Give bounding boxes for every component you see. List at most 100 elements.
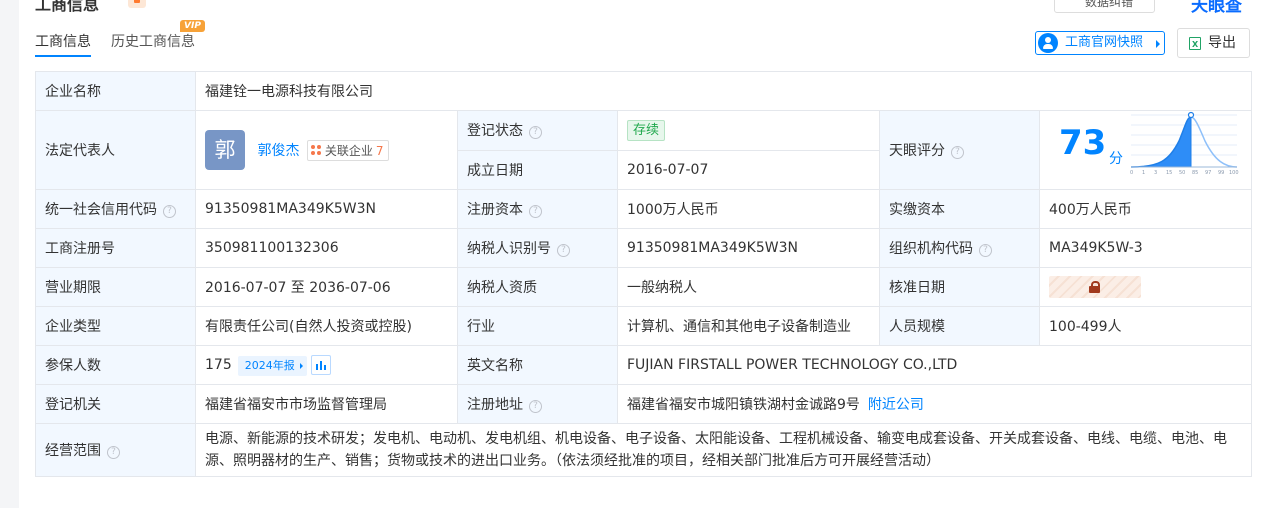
business-info-table: 企业名称 福建铨一电源科技有限公司 法定代表人 郭 郭俊杰 关联企业 7 登记状态… <box>35 71 1253 477</box>
reg-capital-value: 1000万人民币 <box>617 189 880 229</box>
rating-cell: 73 分 0 1 3 15 50 85 97 99 100 <box>1038 110 1253 190</box>
reg-authority-value: 福建省福安市市场监督管理局 <box>195 384 458 424</box>
field-label: 注册地址? <box>457 384 618 424</box>
company-name-value: 福建铨一电源科技有限公司 <box>194 71 1253 111</box>
legal-rep-link[interactable]: 郭俊杰 <box>257 143 299 159</box>
axis-tick: 1 <box>1142 170 1145 176</box>
lock-icon <box>1089 281 1100 293</box>
field-label: 企业类型 <box>35 306 196 346</box>
taxpayer-id-value: 91350981MA349K5W3N <box>617 228 880 268</box>
reg-address-value: 福建省福安市城阳镇铁湖村金诚路9号 <box>627 397 860 413</box>
field-label: 工商注册号 <box>35 228 196 268</box>
network-icon <box>310 144 322 156</box>
excel-icon <box>1189 31 1201 59</box>
field-label: 企业名称 <box>35 71 196 111</box>
field-label: 组织机构代码? <box>879 228 1040 268</box>
field-label: 注册资本? <box>457 189 618 229</box>
business-scope-value: 电源、新能源的技术研发；发电机、电动机、发电机组、机电设备、电子设备、太阳能设备… <box>194 423 1253 477</box>
industry-value: 计算机、通信和其他电子设备制造业 <box>617 306 880 346</box>
staff-size-value: 100-499人 <box>1038 306 1253 346</box>
field-label: 法定代表人 <box>35 110 196 190</box>
field-label: 成立日期 <box>457 149 618 190</box>
field-label: 核准日期 <box>879 267 1040 307</box>
nearby-companies-link[interactable]: 附近公司 <box>868 397 924 413</box>
field-label: 纳税人识别号? <box>457 228 618 268</box>
vip-badge: VIP <box>180 20 205 32</box>
data-correction-button[interactable]: 数据纠错 <box>1054 0 1155 13</box>
axis-tick: 85 <box>1192 170 1198 176</box>
company-type-value: 有限责任公司(自然人投资或控股) <box>195 306 458 346</box>
help-icon[interactable]: ? <box>107 446 120 459</box>
company-info-card: 工商信息 数据纠错 天眼查 工商信息 历史工商信息 VIP 工商官网快照 导出 … <box>19 0 1270 508</box>
field-label: 营业期限 <box>35 267 196 307</box>
axis-tick: 0 <box>1130 170 1133 176</box>
table-row: 经营范围? 电源、新能源的技术研发；发电机、电动机、发电机组、机电设备、电子设备… <box>35 423 1253 477</box>
help-icon[interactable]: ? <box>529 205 542 218</box>
user-icon <box>1038 33 1058 53</box>
table-row: 企业名称 福建铨一电源科技有限公司 <box>35 71 1253 111</box>
insured-value: 175 <box>205 356 232 373</box>
avatar: 郭 <box>205 130 245 170</box>
field-label: 英文名称 <box>457 345 618 385</box>
taxpayer-qual-value: 一般纳税人 <box>617 267 880 307</box>
table-row: 工商注册号 350981100132306 纳税人识别号? 91350981MA… <box>35 228 1253 268</box>
axis-tick: 100 <box>1229 170 1239 176</box>
reg-status-cell: 存续 <box>617 110 880 151</box>
legal-rep-cell: 郭 郭俊杰 关联企业 7 <box>195 110 458 190</box>
help-icon[interactable]: ? <box>529 400 542 413</box>
insured-cell: 175 2024年报 <box>195 345 458 385</box>
bar-chart-icon[interactable] <box>310 354 331 375</box>
english-name-value: FUJIAN FIRSTALL POWER TECHNOLOGY CO.,LTD <box>616 345 1253 385</box>
field-label: 登记状态? <box>457 110 618 151</box>
help-icon[interactable]: ? <box>529 126 542 140</box>
field-label: 参保人数 <box>35 345 196 385</box>
table-row: 法定代表人 郭 郭俊杰 关联企业 7 登记状态? 存续 天眼评分? 73 分 0… <box>35 110 1253 190</box>
official-snapshot-button[interactable]: 工商官网快照 <box>1035 31 1165 55</box>
credit-code-value: 91350981MA349K5W3N <box>195 189 458 229</box>
related-companies-button[interactable]: 关联企业 7 <box>306 139 389 161</box>
table-row: 企业类型 有限责任公司(自然人投资或控股) 行业 计算机、通信和其他电子设备制造… <box>35 306 1253 346</box>
field-label: 人员规模 <box>879 306 1040 346</box>
org-code-value: MA349K5W-3 <box>1038 228 1253 268</box>
vip-locked-field[interactable] <box>1049 276 1141 298</box>
fire-icon <box>128 0 146 8</box>
help-icon[interactable]: ? <box>951 146 964 159</box>
reg-no-value: 350981100132306 <box>195 228 458 268</box>
table-row: 营业期限 2016-07-07 至 2036-07-06 纳税人资质 一般纳税人… <box>35 267 1253 307</box>
snapshot-label: 工商官网快照 <box>1065 35 1144 50</box>
rating-unit: 分 <box>1109 151 1123 167</box>
field-label: 天眼评分? <box>879 110 1040 190</box>
reg-address-cell: 福建省福安市城阳镇铁湖村金诚路9号 附近公司 <box>616 384 1253 424</box>
axis-tick: 97 <box>1205 170 1211 176</box>
status-badge: 存续 <box>627 119 666 141</box>
brand-logo: 天眼查 <box>1191 0 1242 16</box>
export-label: 导出 <box>1208 35 1236 51</box>
related-count: 7 <box>375 143 384 158</box>
found-date-value: 2016-07-07 <box>617 149 880 190</box>
help-icon[interactable]: ? <box>557 244 570 257</box>
term-value: 2016-07-07 至 2036-07-06 <box>195 267 458 307</box>
help-icon[interactable]: ? <box>163 205 176 218</box>
tab-history-business-info[interactable]: 历史工商信息 <box>111 31 195 51</box>
table-row: 参保人数 175 2024年报 英文名称 FUJIAN FIRSTALL POWE… <box>35 345 1253 385</box>
help-icon[interactable]: ? <box>979 244 992 257</box>
field-label: 纳税人资质 <box>457 267 618 307</box>
rating-distribution-chart: 0 1 3 15 50 85 97 99 100 <box>1130 111 1239 176</box>
field-label: 实缴资本 <box>879 189 1040 229</box>
chevron-right-icon <box>1156 40 1160 48</box>
field-label: 登记机关 <box>35 384 196 424</box>
table-row: 统一社会信用代码? 91350981MA349K5W3N 注册资本? 1000万… <box>35 189 1253 229</box>
field-label: 行业 <box>457 306 618 346</box>
paid-capital-value: 400万人民币 <box>1038 189 1253 229</box>
rating-score: 73 <box>1059 123 1107 163</box>
table-row: 登记机关 福建省福安市市场监督管理局 注册地址? 福建省福安市城阳镇铁湖村金诚路… <box>35 384 1253 424</box>
field-label: 统一社会信用代码? <box>35 189 196 229</box>
axis-tick: 3 <box>1154 170 1157 176</box>
field-label: 经营范围? <box>35 423 196 477</box>
export-button[interactable]: 导出 <box>1177 28 1250 59</box>
annual-report-tag[interactable]: 2024年报 <box>237 355 307 376</box>
tab-business-info[interactable]: 工商信息 <box>35 31 91 57</box>
axis-tick: 99 <box>1218 170 1224 176</box>
section-title: 工商信息 <box>35 0 100 14</box>
approve-date-cell <box>1038 267 1253 307</box>
